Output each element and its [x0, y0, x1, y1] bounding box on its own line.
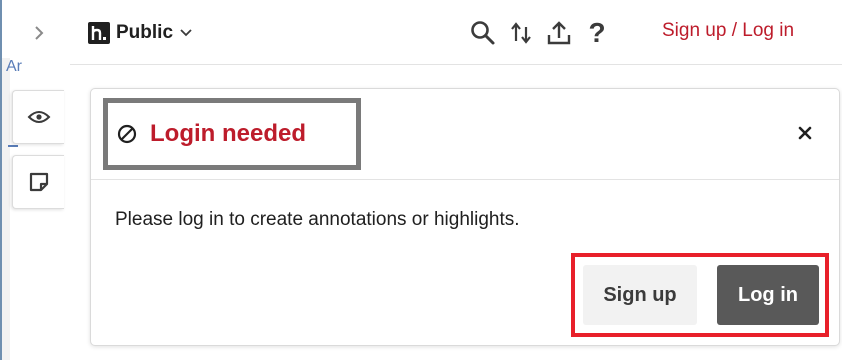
login-button[interactable]: Log in [717, 265, 819, 325]
share-button[interactable] [544, 16, 574, 50]
login-link[interactable]: Log in [742, 20, 794, 41]
page-content-strip [2, 58, 10, 360]
close-icon [798, 126, 812, 140]
panel-message: Please log in to create annotations or h… [115, 209, 520, 230]
signup-link[interactable]: Sign up [662, 20, 726, 41]
sort-button[interactable] [506, 16, 536, 50]
share-icon [547, 21, 571, 45]
cancel-icon [117, 124, 137, 144]
group-selector[interactable]: Public [88, 18, 193, 48]
topbar-divider [70, 64, 842, 65]
close-panel-button[interactable] [789, 117, 821, 149]
panel-divider [91, 179, 839, 180]
auth-separator: / [726, 20, 743, 41]
search-icon [471, 21, 495, 45]
sort-icon [511, 22, 531, 44]
group-name: Public [116, 22, 174, 43]
hypothesis-logo-icon [88, 22, 110, 44]
search-button[interactable] [468, 16, 498, 50]
expand-sidebar-button[interactable] [22, 16, 56, 50]
auth-links: Sign up / Log in [662, 20, 794, 42]
signup-button[interactable]: Sign up [583, 265, 697, 325]
panel-title-highlight: Login needed [103, 98, 361, 170]
toolbar-icons: ? [468, 14, 612, 52]
note-icon [29, 172, 48, 192]
eye-icon [27, 111, 50, 123]
help-button[interactable]: ? [582, 16, 612, 50]
chevron-right-icon [35, 26, 44, 40]
chevron-down-icon [180, 29, 192, 37]
login-needed-panel: Login needed Please log in to create ann… [90, 88, 840, 346]
help-icon: ? [588, 17, 606, 48]
panel-actions-highlight: Sign up Log in [571, 253, 829, 337]
show-highlights-tab[interactable] [12, 90, 64, 144]
page-highlight-underline [8, 145, 18, 147]
panel-title: Login needed [150, 120, 306, 147]
page-text-fragment: Ar [6, 60, 22, 74]
new-note-tab[interactable] [12, 155, 64, 209]
